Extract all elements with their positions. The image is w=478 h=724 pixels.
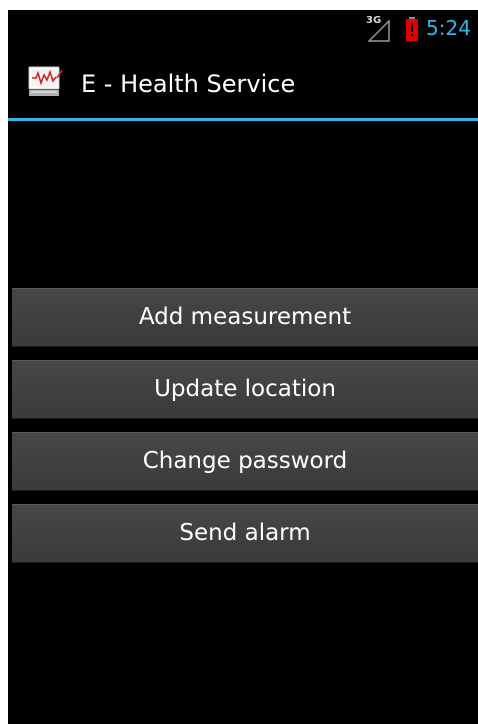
change-password-button[interactable]: Change password <box>12 432 478 491</box>
add-measurement-button[interactable]: Add measurement <box>12 288 478 347</box>
action-bar: E - Health Service <box>8 46 478 120</box>
main-menu: Add measurement Update location Change p… <box>12 288 478 576</box>
action-bar-divider <box>8 118 478 121</box>
status-bar: 3G 5:24 <box>8 10 478 46</box>
signal-strength-icon <box>368 20 390 42</box>
health-monitor-icon[interactable] <box>28 66 64 98</box>
update-location-button[interactable]: Update location <box>12 360 478 419</box>
send-alarm-button[interactable]: Send alarm <box>12 504 478 563</box>
app-title: E - Health Service <box>81 70 296 98</box>
phone-screen: 3G 5:24 E - Health Service Add measureme… <box>8 10 478 724</box>
status-clock: 5:24 <box>426 16 471 40</box>
battery-low-icon <box>406 17 418 41</box>
